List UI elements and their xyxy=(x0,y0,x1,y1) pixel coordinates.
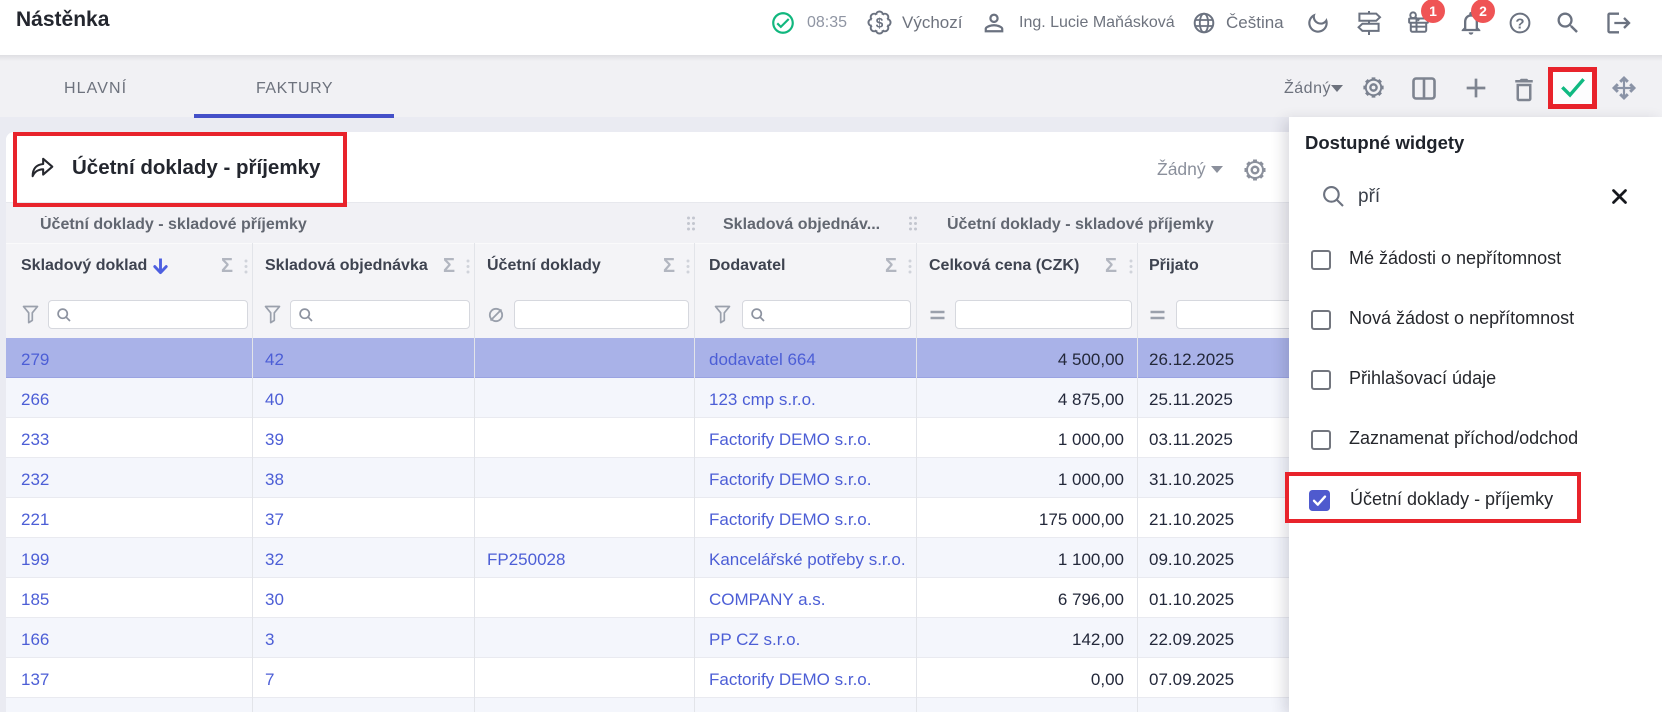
svg-text:$: $ xyxy=(876,15,884,30)
svg-text:?: ? xyxy=(1515,16,1524,33)
